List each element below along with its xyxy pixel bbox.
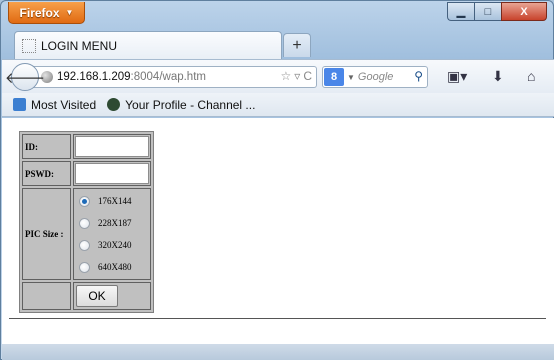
- maximize-button[interactable]: □: [474, 2, 501, 21]
- radio-320x240[interactable]: [79, 239, 90, 251]
- url-host: 192.168.1.209: [57, 71, 131, 83]
- bookmark-star-icon[interactable]: ☆: [281, 69, 292, 83]
- firefox-menu-button[interactable]: Firefox ▼: [8, 2, 85, 24]
- reload-icon[interactable]: C: [303, 69, 312, 83]
- download-icon[interactable]: ⬇: [492, 68, 504, 85]
- radio-640x480[interactable]: [79, 261, 90, 273]
- bookmarks-menu-icon[interactable]: ▣▾: [447, 68, 467, 85]
- new-tab-button[interactable]: +: [283, 33, 311, 57]
- back-arrow-icon: 🡐: [4, 69, 46, 87]
- search-icon[interactable]: ⚲: [414, 69, 423, 83]
- tab-login-menu[interactable]: LOGIN MENU: [14, 31, 282, 59]
- pic-size-option[interactable]: 228X187: [75, 212, 149, 234]
- radio-label: 176X144: [98, 196, 132, 206]
- window-bottom-edge: [2, 344, 554, 360]
- url-bar-icons: ☆ ▿ C: [281, 69, 312, 83]
- history-dropdown-icon[interactable]: ▿: [294, 69, 300, 83]
- chevron-down-icon: ▼: [65, 8, 74, 17]
- ok-button[interactable]: OK: [76, 285, 118, 307]
- most-visited-icon: [13, 98, 26, 111]
- bookmark-label: Your Profile - Channel ...: [125, 97, 256, 112]
- submit-row: OK: [22, 282, 151, 310]
- search-engine-icon[interactable]: 8: [324, 68, 344, 86]
- url-bar[interactable]: 192.168.1.209 :8004/wap.htm ☆ ▿ C: [32, 66, 317, 88]
- search-bar[interactable]: 8 ▼ Google ⚲: [322, 66, 428, 88]
- pic-size-option[interactable]: 320X240: [75, 234, 149, 256]
- pic-size-option[interactable]: 640X480: [75, 256, 149, 278]
- page-favicon-icon: [22, 38, 36, 53]
- chevron-down-icon[interactable]: ▼: [347, 73, 355, 82]
- pic-size-row: PIC Size : 176X144 228X187 320X240 640X4…: [22, 188, 151, 280]
- radio-label: 228X187: [98, 218, 132, 228]
- bookmark-your-profile[interactable]: Your Profile - Channel ...: [107, 98, 255, 112]
- radio-176x144[interactable]: [79, 195, 90, 207]
- pic-size-label: PIC Size :: [22, 188, 71, 280]
- search-placeholder: Google: [357, 71, 394, 83]
- back-button[interactable]: 🡐: [5, 63, 45, 91]
- plus-icon: +: [292, 36, 302, 54]
- pswd-input[interactable]: [75, 163, 149, 184]
- tab-strip: LOGIN MENU +: [7, 29, 547, 59]
- pswd-row: PSWD:: [22, 161, 151, 186]
- close-icon: X: [520, 5, 528, 18]
- browser-window: Firefox ▼ ▁ □ X LOGIN MENU + 192.168.1.2…: [0, 0, 554, 360]
- login-form: ID: PSWD: PIC Size : 176X144 228X187 320…: [19, 131, 154, 313]
- id-input[interactable]: [75, 136, 149, 157]
- navigation-toolbar: 192.168.1.209 :8004/wap.htm ☆ ▿ C 🡐 8 ▼ …: [2, 59, 554, 93]
- minimize-icon: ▁: [456, 6, 466, 18]
- radio-label: 640X480: [98, 262, 132, 272]
- radio-228x187[interactable]: [79, 217, 90, 229]
- home-icon[interactable]: ⌂: [527, 68, 535, 84]
- firefox-menu-label: Firefox: [19, 5, 60, 20]
- tab-title: LOGIN MENU: [41, 38, 118, 53]
- close-button[interactable]: X: [501, 2, 547, 21]
- radio-label: 320X240: [98, 240, 132, 250]
- id-label: ID:: [22, 134, 71, 159]
- pic-size-options: 176X144 228X187 320X240 640X480: [73, 188, 151, 280]
- pswd-label: PSWD:: [22, 161, 71, 186]
- maximize-icon: □: [484, 5, 492, 18]
- channel-icon: [107, 98, 121, 111]
- id-row: ID:: [22, 134, 151, 159]
- url-path: :8004/wap.htm: [130, 71, 206, 83]
- bookmark-most-visited[interactable]: Most Visited: [13, 98, 96, 112]
- bookmarks-toolbar: Most Visited Your Profile - Channel ...: [2, 93, 554, 117]
- bookmark-label: Most Visited: [31, 97, 97, 112]
- page-content: ID: PSWD: PIC Size : 176X144 228X187 320…: [2, 118, 554, 360]
- minimize-button[interactable]: ▁: [447, 2, 474, 21]
- horizontal-rule: [9, 318, 546, 319]
- pic-size-option[interactable]: 176X144: [75, 190, 149, 212]
- window-controls: ▁ □ X: [447, 2, 547, 22]
